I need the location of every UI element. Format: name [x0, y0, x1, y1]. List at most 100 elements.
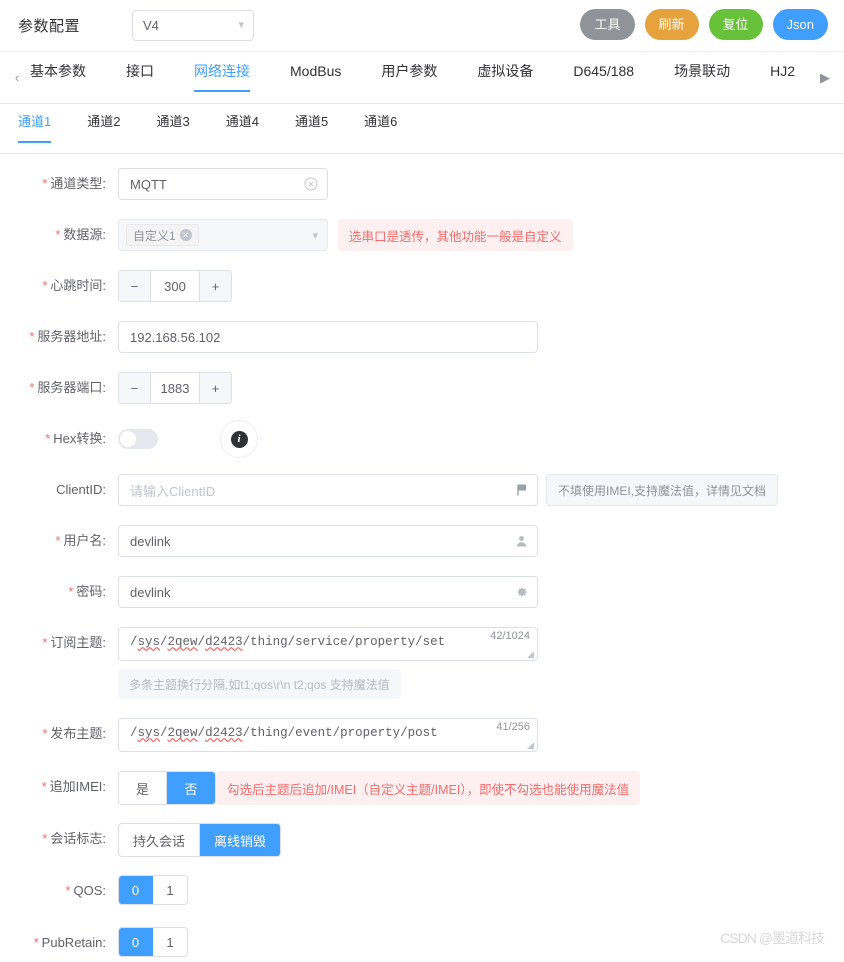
channel-tab-6[interactable]: 通道6	[364, 115, 397, 143]
pub-topic-textarea[interactable]: /sys/2qew/d2423/thing/event/property/pos…	[118, 718, 538, 752]
sub-topic-note: 多条主题换行分隔,如t1;qos\r\n t2;qos 支持魔法值	[118, 669, 401, 699]
label-server-address: 服务器地址:	[18, 321, 118, 353]
tab-user-params[interactable]: 用户参数	[381, 64, 437, 92]
session-flag-option-clean[interactable]: 离线销毁	[200, 824, 281, 856]
tab-virtual-device[interactable]: 虚拟设备	[477, 64, 533, 92]
session-flag-group: 持久会话 离线销毁	[118, 823, 282, 857]
row-client-id: ClientID: 请输入ClientID 不填使用IMEI,支持魔法值，详情见…	[18, 474, 826, 506]
info-icon: i	[230, 430, 248, 448]
label-session-flag: 会话标志:	[18, 823, 118, 855]
server-address-value: 192.168.56.102	[130, 329, 221, 345]
label-pub-retain: PubRetain:	[18, 927, 118, 959]
channel-tab-2[interactable]: 通道2	[87, 115, 120, 143]
row-session-flag: 会话标志: 持久会话 离线销毁	[18, 823, 826, 857]
sub-topic-counter: 42/1024	[490, 630, 530, 642]
tab-network-connection[interactable]: 网络连接	[194, 64, 250, 92]
row-server-port: 服务器端口: − 1883 +	[18, 372, 826, 404]
session-flag-option-persistent[interactable]: 持久会话	[119, 824, 201, 856]
channel-type-value: MQTT	[130, 176, 167, 192]
primary-tab-list: 基本参数 接口 网络连接 ModBus 用户参数 虚拟设备 D645/188 场…	[26, 64, 816, 92]
sub-topic-seg-sys: sys	[137, 635, 161, 649]
version-select[interactable]: V4 ▾	[132, 10, 255, 41]
hex-convert-toggle[interactable]	[118, 429, 158, 449]
sub-topic-rest: /thing/service/property/set	[242, 635, 446, 649]
pub-retain-option-0[interactable]: 0	[119, 928, 153, 956]
label-pub-topic: 发布主题:	[18, 718, 118, 750]
label-channel-type: 通道类型:	[18, 168, 118, 200]
server-port-decrease-button[interactable]: −	[119, 373, 151, 403]
flag-icon[interactable]	[516, 484, 528, 497]
resize-grip-icon[interactable]: ◢	[527, 650, 536, 659]
client-id-hint: 不填使用IMEI,支持魔法值，详情见文档	[546, 474, 779, 506]
network-config-form: 通道类型: MQTT 数据源: 自定义1 ✕ ▾ 选串口是透传，其他功能一般是自…	[0, 154, 844, 959]
hex-info-button[interactable]: i	[220, 420, 258, 458]
tab-modbus[interactable]: ModBus	[290, 64, 341, 92]
label-sub-topic: 订阅主题:	[18, 627, 118, 659]
append-imei-option-no[interactable]: 否	[167, 772, 215, 804]
pub-topic-wrap: /sys/2qew/d2423/thing/event/property/pos…	[118, 718, 538, 752]
pub-topic-counter: 41/256	[496, 721, 530, 733]
password-value: devlink	[130, 584, 171, 600]
sub-topic-wrap: /sys/2qew/d2423/thing/service/property/s…	[118, 627, 538, 661]
qos-option-0[interactable]: 0	[119, 876, 153, 904]
gear-icon[interactable]	[515, 586, 528, 599]
heartbeat-stepper[interactable]: − 300 +	[118, 270, 232, 302]
client-id-input[interactable]: 请输入ClientID	[118, 474, 538, 506]
label-client-id: ClientID:	[56, 482, 106, 497]
server-port-value[interactable]: 1883	[151, 373, 199, 403]
tab-next-arrow-icon[interactable]: ▶	[816, 70, 834, 86]
refresh-button[interactable]: 刷新	[644, 9, 699, 40]
pub-retain-option-1[interactable]: 1	[153, 928, 187, 956]
row-sub-topic: 订阅主题: /sys/2qew/d2423/thing/service/prop…	[18, 627, 826, 699]
tag-close-icon[interactable]: ✕	[179, 229, 192, 241]
circle-close-icon[interactable]	[304, 177, 318, 191]
row-pub-topic: 发布主题: /sys/2qew/d2423/thing/event/proper…	[18, 718, 826, 752]
tab-basic-params[interactable]: 基本参数	[30, 64, 86, 92]
server-address-input[interactable]: 192.168.56.102	[118, 321, 538, 353]
data-source-select[interactable]: 自定义1 ✕ ▾	[118, 219, 328, 251]
reset-button[interactable]: 复位	[708, 9, 763, 40]
heartbeat-increase-button[interactable]: +	[199, 271, 231, 301]
channel-tab-3[interactable]: 通道3	[156, 115, 189, 143]
username-value: devlink	[130, 533, 171, 549]
sub-topic-seg-device: d2423	[205, 635, 243, 649]
channel-tab-4[interactable]: 通道4	[226, 115, 259, 143]
heartbeat-value[interactable]: 300	[151, 271, 199, 301]
page-title: 参数配置	[18, 18, 81, 35]
sub-topic-textarea[interactable]: /sys/2qew/d2423/thing/service/property/s…	[118, 627, 538, 661]
label-password: 密码:	[18, 576, 118, 608]
row-server-address: 服务器地址: 192.168.56.102	[18, 321, 826, 353]
data-source-hint: 选串口是透传，其他功能一般是自定义	[338, 219, 573, 251]
chevron-down-icon: ▾	[238, 19, 245, 31]
qos-option-1[interactable]: 1	[153, 876, 187, 904]
heartbeat-decrease-button[interactable]: −	[119, 271, 151, 301]
pub-topic-rest: /thing/event/property/post	[242, 726, 438, 740]
row-data-source: 数据源: 自定义1 ✕ ▾ 选串口是透传，其他功能一般是自定义	[18, 219, 826, 251]
row-qos: QOS: 0 1	[18, 875, 826, 907]
tab-interface[interactable]: 接口	[126, 64, 154, 92]
channel-tab-5[interactable]: 通道5	[295, 115, 328, 143]
tools-button[interactable]: 工具	[580, 9, 635, 40]
append-imei-option-yes[interactable]: 是	[119, 772, 167, 804]
password-input[interactable]: devlink	[118, 576, 538, 608]
tab-scene-linkage[interactable]: 场景联动	[674, 64, 730, 92]
client-id-placeholder: 请输入ClientID	[130, 483, 216, 499]
server-port-increase-button[interactable]: +	[199, 373, 231, 403]
append-imei-hint: 勾选后主题后追加/IMEI（自定义主题/IMEI），即使不勾选也能使用魔法值	[216, 771, 641, 805]
resize-grip-icon[interactable]: ◢	[527, 741, 536, 750]
channel-type-input[interactable]: MQTT	[118, 168, 328, 200]
label-hex-convert: Hex转换:	[18, 423, 118, 455]
username-input[interactable]: devlink	[118, 525, 538, 557]
tab-d645-188[interactable]: D645/188	[573, 64, 634, 92]
json-button[interactable]: Json	[772, 9, 828, 40]
channel-tab-1[interactable]: 通道1	[18, 115, 52, 143]
pub-topic-seg-product: 2qew	[167, 726, 198, 740]
row-append-imei: 追加IMEI: 是 否 勾选后主题后追加/IMEI（自定义主题/IMEI），即使…	[18, 771, 826, 805]
row-channel-type: 通道类型: MQTT	[18, 168, 826, 200]
tab-prev-arrow-icon[interactable]: ‹	[8, 70, 26, 85]
label-username: 用户名:	[18, 525, 118, 557]
watermark: CSDN @墨道科技	[720, 930, 825, 946]
server-port-stepper[interactable]: − 1883 +	[118, 372, 232, 404]
label-data-source: 数据源:	[18, 219, 118, 251]
tab-hj2[interactable]: HJ2	[770, 64, 795, 92]
